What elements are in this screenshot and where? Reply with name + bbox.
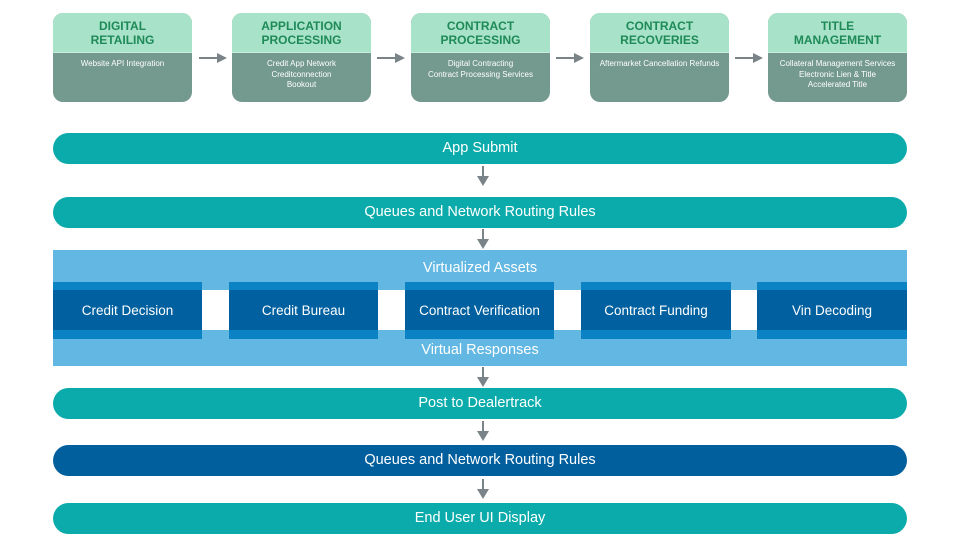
asset-vin-decoding: Vin Decoding [757,282,907,339]
stage-title-line: PROCESSING [440,32,521,47]
stage-card-contract-processing: CONTRACT PROCESSING Digital Contracting … [411,13,550,102]
asset-contract-funding: Contract Funding [581,282,731,339]
stage-items: Collateral Management Services Electroni… [768,53,907,91]
stage-items: Website API Integration [53,53,192,70]
stage-item: Credit App Network [267,59,336,68]
stage-items: Credit App Network Creditconnection Book… [232,53,371,91]
queues-routing-bar: Queues and Network Routing Rules [53,197,907,228]
arrow-right-icon [735,53,763,63]
asset-label: Vin Decoding [757,290,907,330]
stage-item: Collateral Management Services [779,59,896,68]
stage-title-line: PROCESSING [261,32,342,47]
stage-title-line: CONTRACT [625,18,694,33]
stage-item: Digital Contracting [447,59,514,68]
stage-title-line: APPLICATION [261,18,342,33]
stage-title-line: DIGITAL [98,18,147,33]
stage-item: Electronic Lien & Title [799,69,876,79]
asset-label: Contract Verification [405,290,554,330]
arrow-right-icon [199,53,227,63]
stage-title-line: RETAILING [90,32,155,47]
stage-item: Bookout [286,80,317,89]
stage-item: Aftermarket Cancellation Refunds [599,59,720,68]
app-submit-bar: App Submit [53,133,907,164]
stage-item: Accelerated Title [807,80,868,89]
stage-items: Aftermarket Cancellation Refunds [590,53,729,70]
virtualized-assets-panel: Virtualized Assets Credit Decision Credi… [53,250,907,366]
queues-routing-bar-2: Queues and Network Routing Rules [53,445,907,476]
stage-title: CONTRACT PROCESSING [411,13,550,53]
stage-title: DIGITAL RETAILING [53,13,192,53]
asset-label: Credit Bureau [229,290,378,330]
asset-contract-verification: Contract Verification [405,282,554,339]
stage-item: Website API Integration [80,59,165,68]
virtual-responses-label: Virtual Responses [421,342,539,358]
stage-title: TITLE MANAGEMENT [768,13,907,53]
stage-title: CONTRACT RECOVERIES [590,13,729,53]
virtualized-assets-label: Virtualized Assets [422,260,538,276]
asset-credit-decision: Credit Decision [53,282,202,339]
stage-title-line: RECOVERIES [620,32,699,47]
stage-title-line: TITLE [820,18,855,33]
stage-title-line: MANAGEMENT [793,32,882,47]
asset-label: Contract Funding [581,290,731,330]
arrow-down-icon [477,166,489,186]
stage-card-title-management: TITLE MANAGEMENT Collateral Management S… [768,13,907,102]
arrow-down-icon [477,479,489,499]
arrow-down-icon [477,421,489,441]
stage-card-application-processing: APPLICATION PROCESSING Credit App Networ… [232,13,371,102]
arrow-down-icon [477,229,489,249]
stage-item: Creditconnection [271,69,332,79]
post-to-dealertrack-bar: Post to Dealertrack [53,388,907,419]
stage-title: APPLICATION PROCESSING [232,13,371,53]
end-user-ui-display-bar: End User UI Display [53,503,907,534]
stage-card-digital-retailing: DIGITAL RETAILING Website API Integratio… [53,13,192,102]
asset-label: Credit Decision [53,290,202,330]
asset-credit-bureau: Credit Bureau [229,282,378,339]
arrow-right-icon [377,53,405,63]
stage-item: Contract Processing Services [428,69,533,79]
stage-items: Digital Contracting Contract Processing … [411,53,550,80]
stage-card-contract-recoveries: CONTRACT RECOVERIES Aftermarket Cancella… [590,13,729,102]
arrow-down-icon [477,367,489,387]
stage-title-line: CONTRACT [446,18,515,33]
arrow-right-icon [556,53,584,63]
